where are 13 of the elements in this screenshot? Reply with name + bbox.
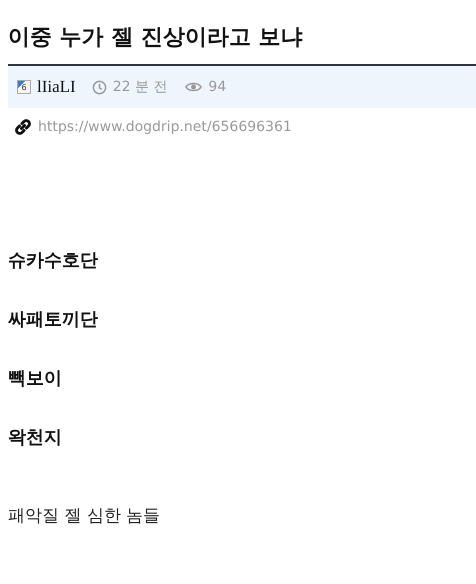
eye-icon [185,81,202,93]
author-name[interactable]: lIiaLI [37,77,76,97]
body-heading: 빽보이 [8,367,63,391]
post-title: 이중 누가 젤 진상이라고 보냐 [7,24,304,52]
link-icon [14,118,32,136]
clock-icon [92,80,107,94]
body-heading: 왁천지 [8,426,63,450]
body-heading: 싸패토끼단 [8,308,99,332]
post-time: 22 분 전 [112,78,168,96]
view-count: 94 [208,79,226,95]
body-text: 패악질 젤 심한 놈들 [8,505,162,527]
body-heading: 슈카수호단 [8,249,99,273]
level-badge: 6 [17,80,31,94]
